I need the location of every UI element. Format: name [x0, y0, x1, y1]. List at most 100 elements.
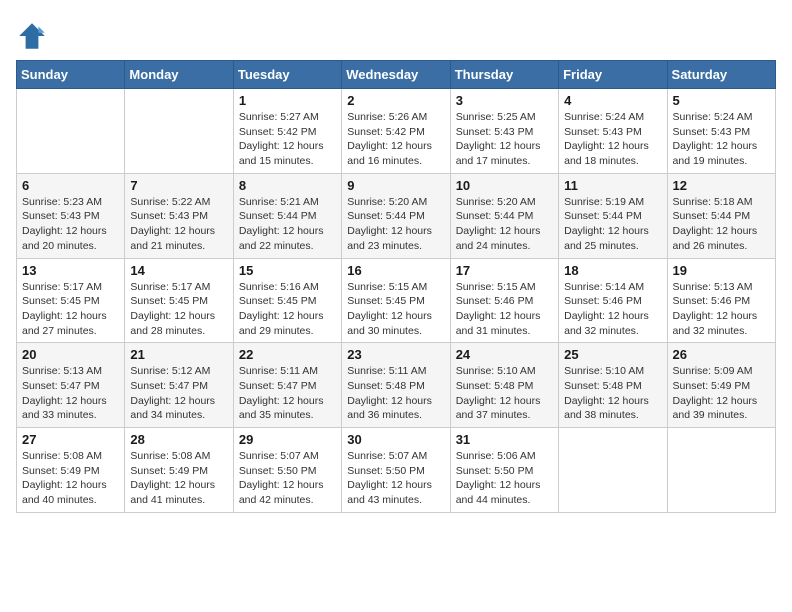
day-header-thursday: Thursday	[450, 61, 558, 89]
calendar-cell	[559, 428, 667, 513]
day-info: Sunrise: 5:24 AMSunset: 5:43 PMDaylight:…	[564, 110, 661, 169]
day-info: Sunrise: 5:07 AMSunset: 5:50 PMDaylight:…	[239, 449, 336, 508]
calendar-cell: 26 Sunrise: 5:09 AMSunset: 5:49 PMDayligh…	[667, 343, 775, 428]
calendar-cell: 24 Sunrise: 5:10 AMSunset: 5:48 PMDayligh…	[450, 343, 558, 428]
day-number: 18	[564, 263, 661, 278]
day-info: Sunrise: 5:09 AMSunset: 5:49 PMDaylight:…	[673, 364, 770, 423]
calendar-cell: 9 Sunrise: 5:20 AMSunset: 5:44 PMDaylight…	[342, 173, 450, 258]
day-info: Sunrise: 5:16 AMSunset: 5:45 PMDaylight:…	[239, 280, 336, 339]
calendar-cell: 1 Sunrise: 5:27 AMSunset: 5:42 PMDaylight…	[233, 89, 341, 174]
calendar-cell: 18Sunrise: 5:14 AMSunset: 5:46 PMDayligh…	[559, 258, 667, 343]
day-info: Sunrise: 5:20 AMSunset: 5:44 PMDaylight:…	[456, 195, 553, 254]
day-number: 23	[347, 347, 444, 362]
day-header-tuesday: Tuesday	[233, 61, 341, 89]
calendar-cell: 15 Sunrise: 5:16 AMSunset: 5:45 PMDayligh…	[233, 258, 341, 343]
calendar-cell	[17, 89, 125, 174]
calendar-cell: 8 Sunrise: 5:21 AMSunset: 5:44 PMDaylight…	[233, 173, 341, 258]
day-number: 14	[130, 263, 227, 278]
day-info: Sunrise: 5:08 AMSunset: 5:49 PMDaylight:…	[22, 449, 119, 508]
day-info: Sunrise: 5:11 AMSunset: 5:48 PMDaylight:…	[347, 364, 444, 423]
calendar-cell: 14 Sunrise: 5:17 AMSunset: 5:45 PMDayligh…	[125, 258, 233, 343]
calendar-cell: 19 Sunrise: 5:13 AMSunset: 5:46 PMDayligh…	[667, 258, 775, 343]
day-info: Sunrise: 5:19 AMSunset: 5:44 PMDaylight:…	[564, 195, 661, 254]
day-number: 12	[673, 178, 770, 193]
calendar-cell: 20 Sunrise: 5:13 AMSunset: 5:47 PMDayligh…	[17, 343, 125, 428]
calendar-cell: 22Sunrise: 5:11 AMSunset: 5:47 PMDayligh…	[233, 343, 341, 428]
day-number: 26	[673, 347, 770, 362]
calendar-cell	[125, 89, 233, 174]
day-number: 2	[347, 93, 444, 108]
day-header-wednesday: Wednesday	[342, 61, 450, 89]
calendar-week-row: 20 Sunrise: 5:13 AMSunset: 5:47 PMDayligh…	[17, 343, 776, 428]
day-number: 13	[22, 263, 119, 278]
day-number: 9	[347, 178, 444, 193]
day-info: Sunrise: 5:17 AMSunset: 5:45 PMDaylight:…	[130, 280, 227, 339]
day-info: Sunrise: 5:17 AMSunset: 5:45 PMDaylight:…	[22, 280, 119, 339]
day-number: 7	[130, 178, 227, 193]
calendar-cell: 4 Sunrise: 5:24 AMSunset: 5:43 PMDaylight…	[559, 89, 667, 174]
day-info: Sunrise: 5:23 AMSunset: 5:43 PMDaylight:…	[22, 195, 119, 254]
calendar-cell: 10Sunrise: 5:20 AMSunset: 5:44 PMDayligh…	[450, 173, 558, 258]
day-info: Sunrise: 5:10 AMSunset: 5:48 PMDaylight:…	[564, 364, 661, 423]
calendar-cell: 21Sunrise: 5:12 AMSunset: 5:47 PMDayligh…	[125, 343, 233, 428]
calendar-cell: 31 Sunrise: 5:06 AMSunset: 5:50 PMDayligh…	[450, 428, 558, 513]
day-info: Sunrise: 5:11 AMSunset: 5:47 PMDaylight:…	[239, 364, 336, 423]
calendar-cell: 16 Sunrise: 5:15 AMSunset: 5:45 PMDayligh…	[342, 258, 450, 343]
day-info: Sunrise: 5:20 AMSunset: 5:44 PMDaylight:…	[347, 195, 444, 254]
day-info: Sunrise: 5:12 AMSunset: 5:47 PMDaylight:…	[130, 364, 227, 423]
day-number: 3	[456, 93, 553, 108]
day-number: 1	[239, 93, 336, 108]
day-info: Sunrise: 5:26 AMSunset: 5:42 PMDaylight:…	[347, 110, 444, 169]
day-number: 30	[347, 432, 444, 447]
day-number: 15	[239, 263, 336, 278]
day-number: 24	[456, 347, 553, 362]
calendar-header-row: SundayMondayTuesdayWednesdayThursdayFrid…	[17, 61, 776, 89]
day-number: 27	[22, 432, 119, 447]
day-number: 11	[564, 178, 661, 193]
day-header-monday: Monday	[125, 61, 233, 89]
day-number: 5	[673, 93, 770, 108]
day-info: Sunrise: 5:24 AMSunset: 5:43 PMDaylight:…	[673, 110, 770, 169]
day-info: Sunrise: 5:18 AMSunset: 5:44 PMDaylight:…	[673, 195, 770, 254]
calendar-week-row: 6Sunrise: 5:23 AMSunset: 5:43 PMDaylight…	[17, 173, 776, 258]
calendar-cell: 13 Sunrise: 5:17 AMSunset: 5:45 PMDayligh…	[17, 258, 125, 343]
day-number: 25	[564, 347, 661, 362]
day-header-friday: Friday	[559, 61, 667, 89]
calendar-cell: 6Sunrise: 5:23 AMSunset: 5:43 PMDaylight…	[17, 173, 125, 258]
calendar-cell: 30 Sunrise: 5:07 AMSunset: 5:50 PMDayligh…	[342, 428, 450, 513]
day-info: Sunrise: 5:08 AMSunset: 5:49 PMDaylight:…	[130, 449, 227, 508]
day-info: Sunrise: 5:27 AMSunset: 5:42 PMDaylight:…	[239, 110, 336, 169]
day-header-sunday: Sunday	[17, 61, 125, 89]
calendar-cell: 25 Sunrise: 5:10 AMSunset: 5:48 PMDayligh…	[559, 343, 667, 428]
day-info: Sunrise: 5:15 AMSunset: 5:46 PMDaylight:…	[456, 280, 553, 339]
calendar-cell: 3Sunrise: 5:25 AMSunset: 5:43 PMDaylight…	[450, 89, 558, 174]
calendar-week-row: 13 Sunrise: 5:17 AMSunset: 5:45 PMDayligh…	[17, 258, 776, 343]
calendar-week-row: 1 Sunrise: 5:27 AMSunset: 5:42 PMDaylight…	[17, 89, 776, 174]
day-info: Sunrise: 5:21 AMSunset: 5:44 PMDaylight:…	[239, 195, 336, 254]
day-number: 31	[456, 432, 553, 447]
calendar-cell: 28 Sunrise: 5:08 AMSunset: 5:49 PMDayligh…	[125, 428, 233, 513]
calendar-cell: 11 Sunrise: 5:19 AMSunset: 5:44 PMDayligh…	[559, 173, 667, 258]
day-info: Sunrise: 5:07 AMSunset: 5:50 PMDaylight:…	[347, 449, 444, 508]
day-header-saturday: Saturday	[667, 61, 775, 89]
day-number: 4	[564, 93, 661, 108]
day-number: 20	[22, 347, 119, 362]
day-number: 17	[456, 263, 553, 278]
day-info: Sunrise: 5:13 AMSunset: 5:47 PMDaylight:…	[22, 364, 119, 423]
day-number: 29	[239, 432, 336, 447]
day-info: Sunrise: 5:22 AMSunset: 5:43 PMDaylight:…	[130, 195, 227, 254]
calendar-cell: 12 Sunrise: 5:18 AMSunset: 5:44 PMDayligh…	[667, 173, 775, 258]
day-number: 19	[673, 263, 770, 278]
day-info: Sunrise: 5:13 AMSunset: 5:46 PMDaylight:…	[673, 280, 770, 339]
calendar-cell: 27 Sunrise: 5:08 AMSunset: 5:49 PMDayligh…	[17, 428, 125, 513]
calendar-cell: 17 Sunrise: 5:15 AMSunset: 5:46 PMDayligh…	[450, 258, 558, 343]
day-info: Sunrise: 5:10 AMSunset: 5:48 PMDaylight:…	[456, 364, 553, 423]
calendar-cell: 23 Sunrise: 5:11 AMSunset: 5:48 PMDayligh…	[342, 343, 450, 428]
day-number: 28	[130, 432, 227, 447]
day-number: 8	[239, 178, 336, 193]
calendar-week-row: 27 Sunrise: 5:08 AMSunset: 5:49 PMDayligh…	[17, 428, 776, 513]
day-info: Sunrise: 5:06 AMSunset: 5:50 PMDaylight:…	[456, 449, 553, 508]
calendar-cell	[667, 428, 775, 513]
day-info: Sunrise: 5:15 AMSunset: 5:45 PMDaylight:…	[347, 280, 444, 339]
day-number: 16	[347, 263, 444, 278]
